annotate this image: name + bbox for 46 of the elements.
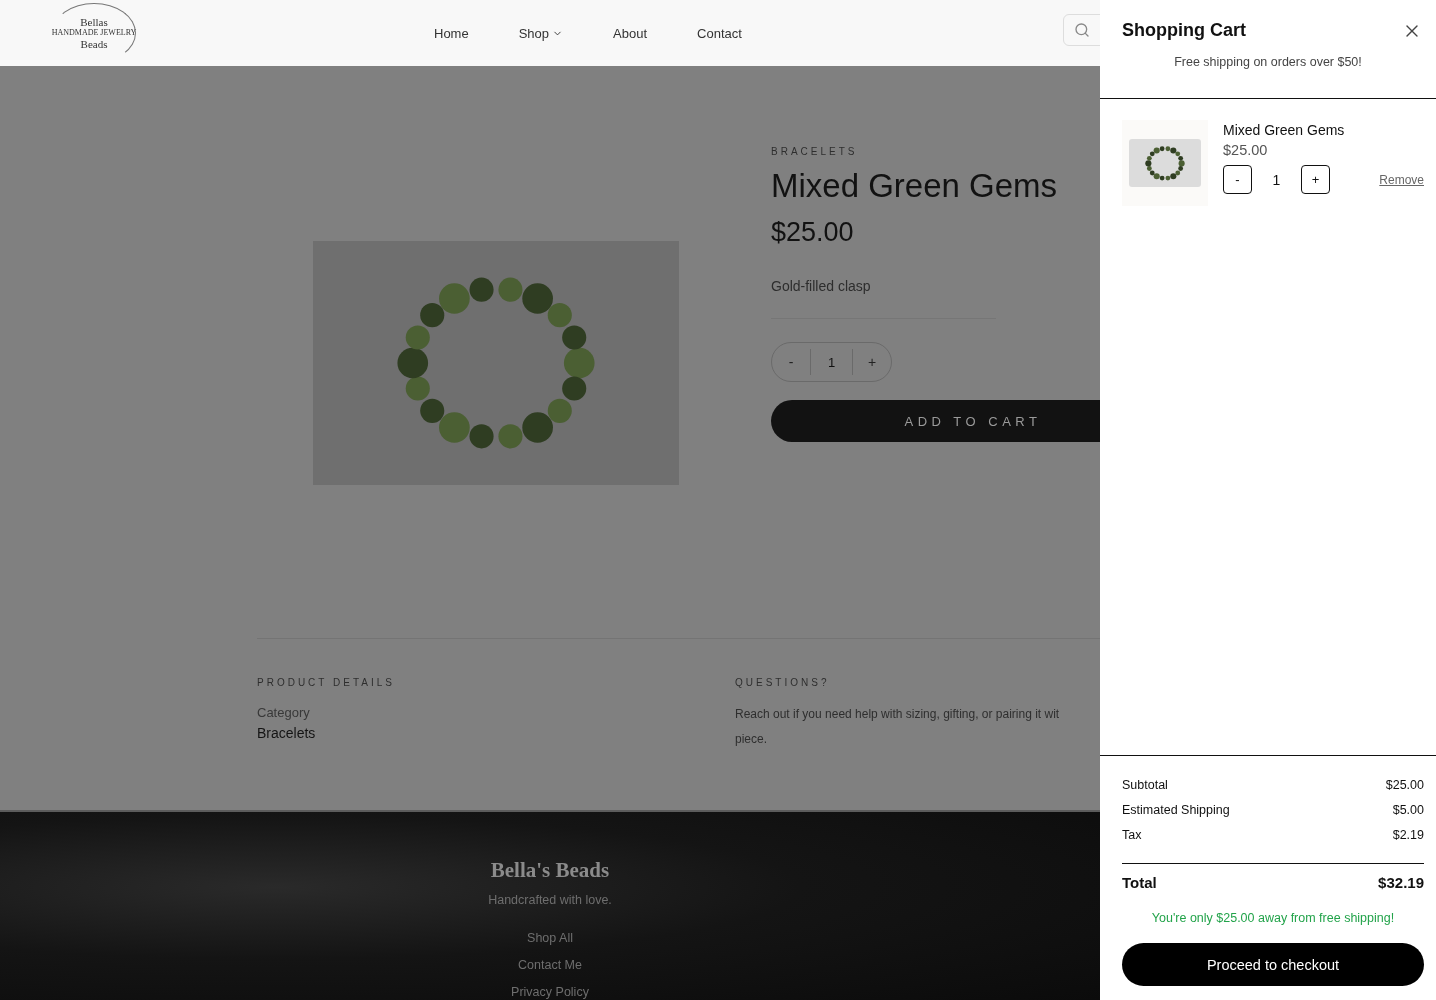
questions-paragraph: Reach out if you need help with sizing, gifting, or pairing it wit piece.: [735, 706, 1061, 748]
summary-label: Subtotal: [1122, 778, 1168, 794]
search-icon: [1074, 22, 1090, 38]
total-label: Total: [1122, 874, 1157, 891]
free-shipping-message: You're only $25.00 away from free shipping!: [1150, 911, 1396, 925]
nav-link[interactable]: About: [613, 25, 648, 41]
footer-link[interactable]: Shop All: [527, 931, 573, 945]
cart-title: Shopping Cart: [1122, 20, 1246, 41]
detail-value: Bracelets: [257, 725, 317, 741]
product-title: Mixed Green Gems: [771, 167, 1059, 205]
add-to-cart-button[interactable]: ADD TO CART: [771, 400, 1100, 442]
detail-label: Category: [257, 705, 311, 720]
decrease-button[interactable]: -: [1223, 165, 1252, 194]
item-name: Mixed Green Gems: [1223, 122, 1346, 138]
logo-text: HANDMADE JEWELRY: [51, 28, 137, 38]
logo[interactable]: Bellas HANDMADE JEWELRY Beads: [52, 3, 136, 63]
footer-link[interactable]: Privacy Policy: [511, 985, 589, 999]
increase-button[interactable]: +: [1301, 165, 1330, 194]
shipping-notice: Free shipping on orders over $50!: [1173, 55, 1363, 69]
nav-link[interactable]: Contact: [697, 25, 742, 41]
remove-link[interactable]: Remove: [1379, 172, 1424, 187]
item-price: $25.00: [1223, 142, 1269, 158]
product-category: BRACELETS: [771, 146, 859, 157]
section-heading: PRODUCT DETAILS: [257, 677, 396, 688]
decrease-button[interactable]: -: [772, 343, 810, 381]
nav-link[interactable]: Home: [434, 25, 469, 41]
increase-button[interactable]: +: [853, 343, 891, 381]
summary-value: $2.19: [1392, 828, 1424, 844]
logo-text: Bellas: [80, 16, 108, 28]
summary-label: Estimated Shipping: [1122, 803, 1230, 819]
logo-text: Beads: [80, 38, 108, 50]
product-price: $25.00: [771, 217, 855, 248]
footer-tagline: Handcrafted with love.: [488, 893, 612, 907]
footer-link[interactable]: Contact Me: [518, 958, 582, 972]
item-quantity: 1: [1271, 171, 1282, 188]
checkout-button[interactable]: Proceed to checkout: [1122, 943, 1424, 986]
summary-label: Tax: [1122, 828, 1142, 844]
bracelet-drawing: [1142, 144, 1188, 182]
total-value: $32.19: [1378, 874, 1424, 891]
quantity-value: 1: [810, 349, 853, 375]
summary-value: $5.00: [1392, 803, 1424, 819]
footer-brand: Bella's Beads: [490, 858, 610, 883]
product-description: Gold-filled clasp: [771, 278, 872, 294]
section-heading: QUESTIONS?: [735, 677, 831, 688]
summary-value: $25.00: [1385, 778, 1424, 794]
nav-link[interactable]: Shop: [518, 25, 564, 41]
